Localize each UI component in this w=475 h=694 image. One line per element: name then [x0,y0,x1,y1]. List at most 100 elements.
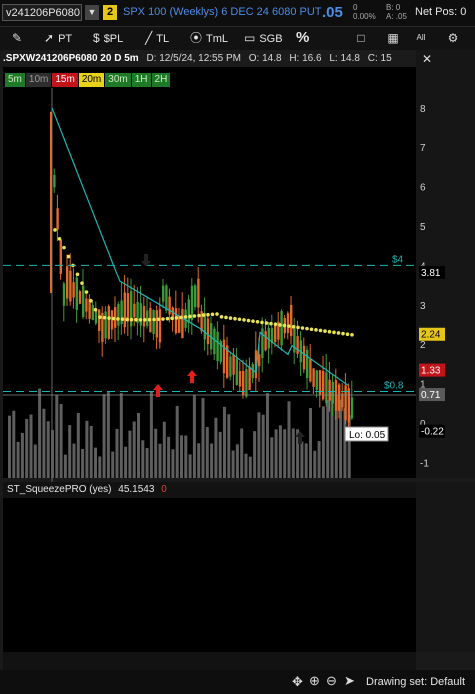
study-name: ST_SqueezePRO (yes) [7,484,112,495]
volume-bar [20,432,24,478]
volume-bar [46,421,50,478]
volume-bar [16,441,20,478]
candle-body [238,371,242,387]
candle-body [245,369,248,397]
candle-body [280,311,283,346]
cursor-mode-icon[interactable]: ➤ [344,673,355,689]
vwap-dot [84,290,89,294]
volume-bar [158,443,162,478]
y-tick-label: 6 [420,183,426,194]
candle-body [312,368,315,387]
vwap-dot [246,318,251,323]
volume-bar [223,406,226,478]
volume-bar [300,441,304,478]
candle-body [126,293,130,322]
volume-bar [137,412,140,478]
volume-bar [42,408,46,478]
volume-bar [317,441,321,478]
volume-bar [128,430,132,478]
volume-bar [33,444,37,478]
tag-upper: 3.81 [421,268,441,279]
vwap-dot [291,324,296,329]
vwap-dot [332,330,336,335]
volume-bar [214,417,218,478]
candle-body [344,385,347,421]
vwap-dot [102,315,107,320]
candle-body [107,306,110,339]
zoom-in-icon[interactable]: ⊕ [309,673,320,689]
candle-body [146,310,149,326]
volume-bar [29,414,33,478]
volume-bar [240,428,244,478]
volume-bar [291,428,295,478]
candle-body [168,296,171,315]
vwap-dot [206,312,210,317]
drawing-set-selector[interactable]: Drawing set: Default [366,676,465,688]
vwap-dot [111,316,116,321]
vwap-dot [125,317,129,322]
volume-bar [76,412,80,478]
candle-body [104,311,107,339]
study-value2: 0 [161,484,167,495]
volume-bar [94,447,97,478]
volume-bar [175,405,179,478]
candle-body [62,283,66,306]
y-tick-label: 8 [420,104,426,115]
vwap-dot [224,315,228,320]
volume-bar [201,398,205,478]
vwap-dot [75,272,80,277]
candle-body [190,285,194,320]
squeeze-pro-axis[interactable] [416,482,475,652]
vwap-dot [260,320,264,325]
vwap-dot [233,316,237,321]
pan-icon[interactable]: ✥ [292,674,303,690]
candle-body [296,336,299,354]
candle-body [203,313,206,340]
vwap-dot [219,315,224,319]
candle-body [82,285,85,317]
volume-bar [171,449,175,478]
candle-body [264,331,267,351]
vwap-dot [179,315,183,320]
candle-body [162,285,165,302]
candle-body [56,208,59,230]
time-axis[interactable] [3,652,416,670]
candle-body [181,308,184,339]
vwap-dot [228,316,233,320]
volume-bar [261,414,265,478]
zoom-out-icon[interactable]: ⊖ [326,673,337,689]
y-tick-label: 5 [420,222,426,233]
vwap-dot [210,312,215,317]
volume-bar [227,414,231,478]
candle-body [325,372,328,404]
candle-body [91,305,94,321]
vwap-dot [251,319,255,323]
volume-bar [278,425,282,478]
volume-bar [102,394,106,478]
price-line-4-label: $4 [392,254,404,265]
volume-bar [38,388,42,478]
candle-body [139,303,142,326]
tag-red: 1.33 [421,366,441,377]
squeeze-pro-panel[interactable] [3,482,416,652]
volume-bar [72,443,76,478]
vwap-dot [305,326,309,331]
vwap-dot [264,321,269,325]
volume-bar [132,421,136,478]
candle-body [117,303,120,326]
candle-body [229,356,232,377]
tag-grey: 0.71 [421,390,441,401]
vwap-dot [345,332,350,337]
y-tick-label: 3 [420,301,426,312]
vwap-dot [237,317,242,322]
volume-bar [25,418,29,478]
vwap-dot [282,323,287,328]
candle-body [306,349,309,379]
vwap-dot [242,318,246,322]
vwap-dot [318,328,323,333]
vwap-dot [161,317,165,321]
candle-body [165,285,168,311]
volume-bar [266,393,269,478]
candle-body [350,397,354,419]
volume-bar [274,429,278,478]
